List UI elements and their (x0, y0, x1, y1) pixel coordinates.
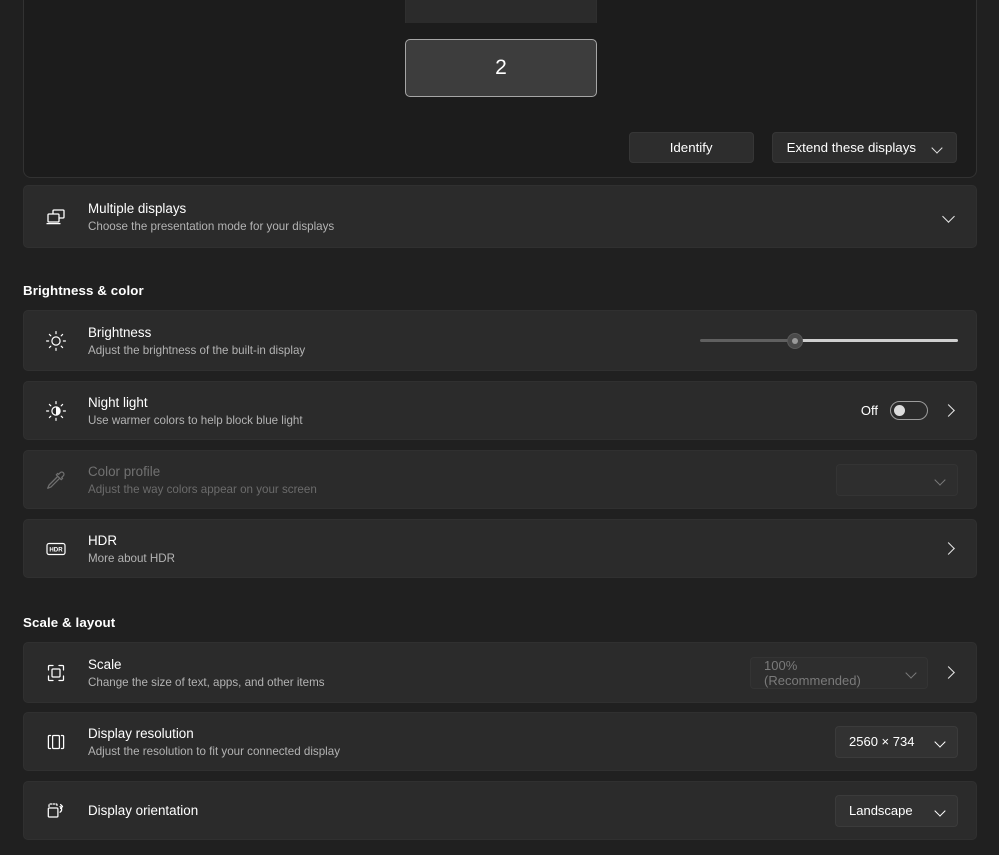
hdr-text: HDR More about HDR (88, 532, 942, 566)
scale-dropdown: 100% (Recommended) (750, 656, 928, 689)
brightness-right (700, 331, 958, 351)
hdr-title: HDR (88, 532, 118, 548)
section-header-scale-layout: Scale & layout (23, 615, 116, 630)
hdr-subtitle: More about HDR (88, 551, 175, 565)
night-light-title: Night light (88, 394, 148, 410)
display-resolution-icon (24, 730, 88, 754)
row-scale[interactable]: Scale Change the size of text, apps, and… (23, 642, 977, 703)
night-light-icon (24, 399, 88, 423)
display-orientation-icon (24, 799, 88, 823)
brightness-subtitle: Adjust the brightness of the built-in di… (88, 343, 306, 357)
row-night-light[interactable]: Night light Use warmer colors to help bl… (23, 381, 977, 440)
brightness-title: Brightness (88, 324, 152, 340)
display-resolution-title: Display resolution (88, 725, 194, 741)
eyedropper-icon (24, 468, 88, 492)
scale-title: Scale (88, 656, 122, 672)
multiple-displays-right (942, 209, 958, 225)
row-hdr[interactable]: HDR HDR More about HDR (23, 519, 977, 578)
row-multiple-displays[interactable]: Multiple displays Choose the presentatio… (23, 185, 977, 248)
color-profile-dropdown (836, 463, 958, 496)
chevron-down-icon (906, 667, 917, 679)
brightness-sun-icon (24, 329, 88, 353)
brightness-slider[interactable] (700, 331, 958, 351)
color-profile-title: Color profile (88, 463, 161, 479)
night-light-state-label: Off (860, 403, 878, 418)
display-resolution-text: Display resolution Adjust the resolution… (88, 725, 835, 759)
display-resolution-dropdown[interactable]: 2560 × 734 (835, 725, 958, 758)
multiple-displays-title: Multiple displays (88, 200, 187, 216)
display-settings-page: 2 Identify Extend these displays Multipl… (0, 0, 999, 855)
night-light-text: Night light Use warmer colors to help bl… (88, 394, 861, 428)
chevron-down-icon (935, 736, 947, 748)
display-mode-label: Extend these displays (786, 140, 916, 155)
display-orientation-title: Display orientation (88, 803, 199, 818)
scale-right: 100% (Recommended) (750, 656, 958, 689)
display-arrangement-preview[interactable]: 2 Identify Extend these displays (23, 0, 977, 178)
display-resolution-value: 2560 × 734 (849, 734, 915, 749)
night-light-subtitle: Use warmer colors to help block blue lig… (88, 413, 303, 427)
display-orientation-dropdown[interactable]: Landscape (835, 794, 958, 827)
chevron-right-icon[interactable] (942, 665, 958, 681)
color-profile-right (836, 463, 958, 496)
row-brightness[interactable]: Brightness Adjust the brightness of the … (23, 310, 977, 371)
display-thumbnail-2-label: 2 (495, 56, 507, 79)
night-light-right: Off (861, 401, 958, 420)
chevron-down-icon (932, 142, 944, 154)
brightness-text: Brightness Adjust the brightness of the … (88, 324, 700, 358)
night-light-toggle[interactable] (890, 401, 928, 420)
display-orientation-right: Landscape (835, 794, 958, 827)
section-header-brightness-color: Brightness & color (23, 283, 144, 298)
chevron-right-icon[interactable] (942, 403, 958, 419)
hdr-right (942, 541, 958, 557)
scale-subtitle: Change the size of text, apps, and other… (88, 675, 325, 689)
brightness-slider-thumb[interactable] (787, 332, 803, 349)
night-light-toggle-knob (894, 405, 905, 416)
night-light-toggle-wrap: Off (861, 401, 928, 420)
scale-icon (24, 661, 88, 685)
color-profile-text: Color profile Adjust the way colors appe… (88, 463, 836, 497)
display-mode-dropdown[interactable]: Extend these displays (771, 132, 957, 163)
multiple-displays-subtitle: Choose the presentation mode for your di… (88, 219, 335, 233)
display-orientation-value: Landscape (849, 803, 913, 818)
chevron-down-icon[interactable] (942, 209, 958, 225)
row-display-resolution[interactable]: Display resolution Adjust the resolution… (23, 712, 977, 771)
identify-button-label: Identify (669, 140, 713, 155)
scale-text: Scale Change the size of text, apps, and… (88, 656, 750, 690)
preview-actions: Identify Extend these displays (628, 132, 957, 163)
display-orientation-text: Display orientation (88, 802, 835, 819)
display-thumbnail-2[interactable]: 2 (405, 39, 597, 97)
multiple-displays-text: Multiple displays Choose the presentatio… (88, 200, 942, 234)
hdr-icon: HDR (24, 537, 88, 561)
brightness-slider-track-left (700, 338, 795, 342)
svg-text:HDR: HDR (49, 546, 63, 553)
multiple-displays-icon (24, 205, 88, 229)
color-profile-subtitle: Adjust the way colors appear on your scr… (88, 482, 317, 496)
display-resolution-right: 2560 × 734 (835, 725, 958, 758)
chevron-down-icon (935, 474, 947, 486)
display-resolution-subtitle: Adjust the resolution to fit your connec… (88, 744, 340, 758)
scale-value: 100% (Recommended) (764, 657, 861, 688)
chevron-down-icon (935, 805, 947, 817)
row-color-profile: Color profile Adjust the way colors appe… (23, 450, 977, 509)
identify-button[interactable]: Identify (628, 132, 754, 163)
brightness-slider-track-right (795, 338, 958, 342)
chevron-right-icon[interactable] (942, 541, 958, 557)
row-display-orientation[interactable]: Display orientation Landscape (23, 781, 977, 840)
display-thumbnail-1[interactable] (405, 0, 597, 23)
